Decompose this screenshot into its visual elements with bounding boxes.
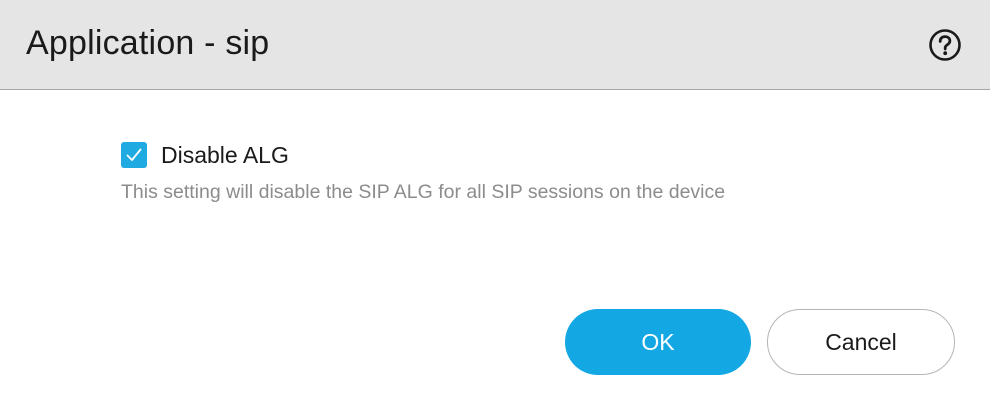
- disable-alg-label[interactable]: Disable ALG: [161, 140, 289, 170]
- ok-button[interactable]: OK: [565, 309, 751, 375]
- help-icon[interactable]: [928, 28, 962, 62]
- disable-alg-checkbox[interactable]: [121, 142, 147, 168]
- dialog-titlebar: Application - sip: [0, 0, 990, 90]
- application-dialog: Application - sip Disable ALG This setti…: [0, 0, 990, 413]
- dialog-title: Application - sip: [26, 24, 270, 62]
- cancel-button[interactable]: Cancel: [767, 309, 955, 375]
- disable-alg-hint: This setting will disable the SIP ALG fo…: [121, 181, 726, 203]
- checkmark-icon: [126, 148, 142, 161]
- disable-alg-option: Disable ALG: [121, 138, 289, 172]
